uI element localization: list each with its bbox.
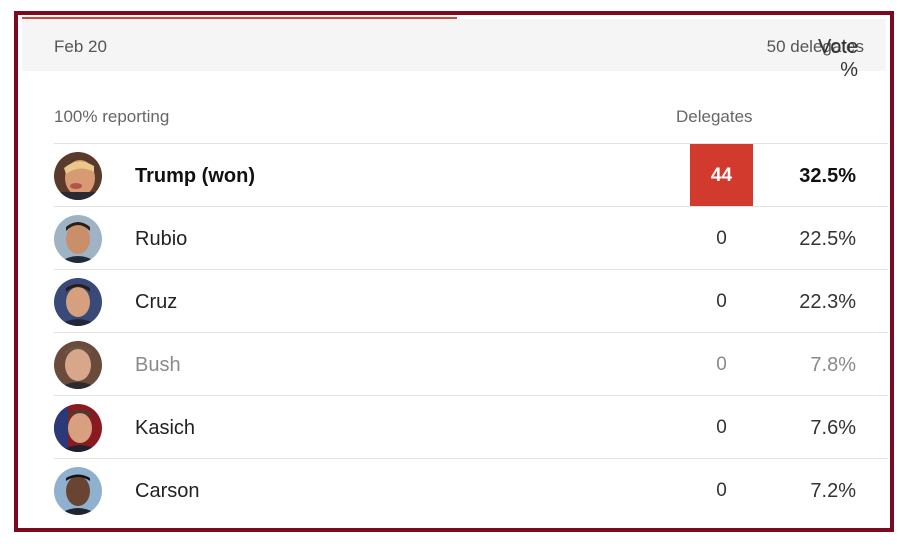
candidate-row: Trump (won) 44 32.5% <box>54 143 888 206</box>
candidate-delegates: 0 <box>716 354 727 375</box>
candidate-name: Kasich <box>135 417 196 439</box>
candidate-vote-percent: 22.5% <box>799 228 856 250</box>
candidate-vote-percent: 32.5% <box>799 165 856 187</box>
vote-column-header: Vote % <box>817 36 858 81</box>
candidate-vote-percent: 7.8% <box>810 354 856 376</box>
candidate-name: Cruz <box>135 291 178 313</box>
candidate-delegates: 0 <box>716 480 727 501</box>
results-header: Feb 20 50 delegates <box>22 19 886 71</box>
delegates-column-header: Delegates <box>676 107 753 126</box>
candidate-delegates: 0 <box>716 417 727 438</box>
bush-portrait-icon <box>54 341 102 389</box>
rubio-portrait-icon <box>54 215 102 263</box>
candidate-delegates: 0 <box>716 291 727 312</box>
candidate-vote-percent: 7.6% <box>810 417 856 439</box>
results-frame: Feb 20 50 delegates 100% reporting Deleg… <box>14 11 894 532</box>
candidate-row: Bush 0 7.8% <box>54 332 888 395</box>
candidate-row: Kasich 0 7.6% <box>54 395 888 458</box>
candidate-row: Rubio 0 22.5% <box>54 206 888 269</box>
kasich-portrait-icon <box>54 404 102 452</box>
candidate-delegates: 0 <box>716 228 727 249</box>
trump-portrait-icon <box>54 152 102 200</box>
candidate-row: Carson 0 7.2% <box>54 458 888 521</box>
candidate-name: Trump (won) <box>135 165 255 187</box>
candidate-name: Carson <box>135 480 200 502</box>
carson-portrait-icon <box>54 467 102 515</box>
candidate-list: Trump (won) 44 32.5% Rubio 0 22.5% Cruz … <box>54 143 888 521</box>
cruz-portrait-icon <box>54 278 102 326</box>
candidate-name: Bush <box>135 354 181 376</box>
candidate-vote-percent: 22.3% <box>799 291 856 313</box>
candidate-row: Cruz 0 22.3% <box>54 269 888 332</box>
race-date: Feb 20 <box>54 37 107 56</box>
reporting-status: 100% reporting <box>54 107 170 126</box>
candidate-vote-percent: 7.2% <box>810 480 856 502</box>
candidate-delegates: 44 <box>710 165 733 186</box>
candidate-name: Rubio <box>135 228 188 250</box>
